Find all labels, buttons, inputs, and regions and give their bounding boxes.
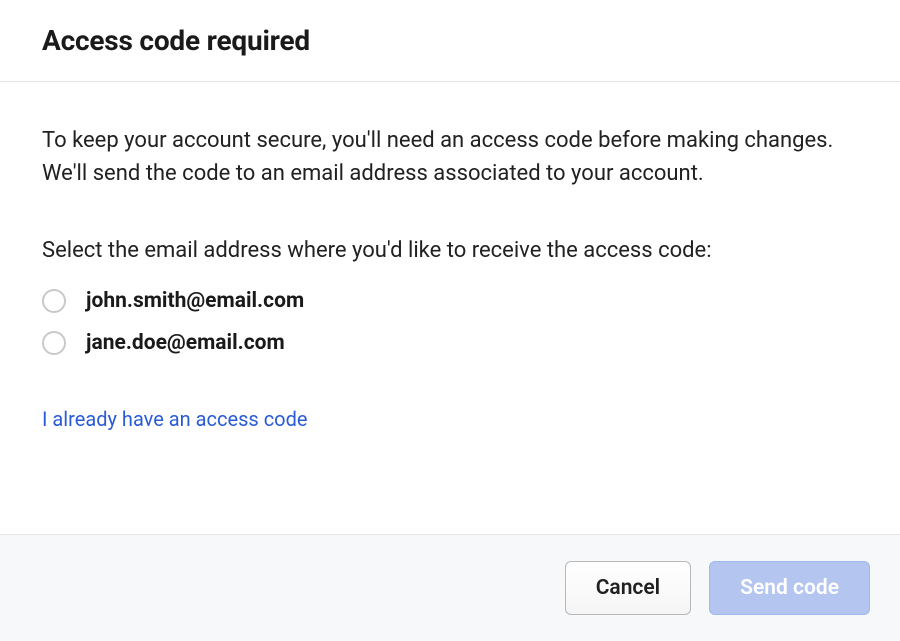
email-option-0[interactable]: john.smith@email.com — [42, 289, 858, 313]
email-option-label: jane.doe@email.com — [86, 331, 285, 355]
dialog-prompt: Select the email address where you'd lik… — [42, 234, 858, 267]
dialog-header: Access code required — [0, 0, 900, 82]
dialog-title: Access code required — [42, 24, 858, 57]
dialog-footer: Cancel Send code — [0, 534, 900, 641]
send-code-button[interactable]: Send code — [709, 561, 870, 615]
access-code-dialog: Access code required To keep your accoun… — [0, 0, 900, 641]
already-have-code-link[interactable]: I already have an access code — [42, 407, 307, 431]
radio-icon — [42, 331, 66, 355]
email-option-label: john.smith@email.com — [86, 289, 304, 313]
radio-icon — [42, 289, 66, 313]
dialog-body: To keep your account secure, you'll need… — [0, 82, 900, 534]
dialog-description: To keep your account secure, you'll need… — [42, 124, 858, 190]
cancel-button[interactable]: Cancel — [565, 561, 691, 615]
email-option-1[interactable]: jane.doe@email.com — [42, 331, 858, 355]
email-radio-group: john.smith@email.com jane.doe@email.com — [42, 289, 858, 355]
